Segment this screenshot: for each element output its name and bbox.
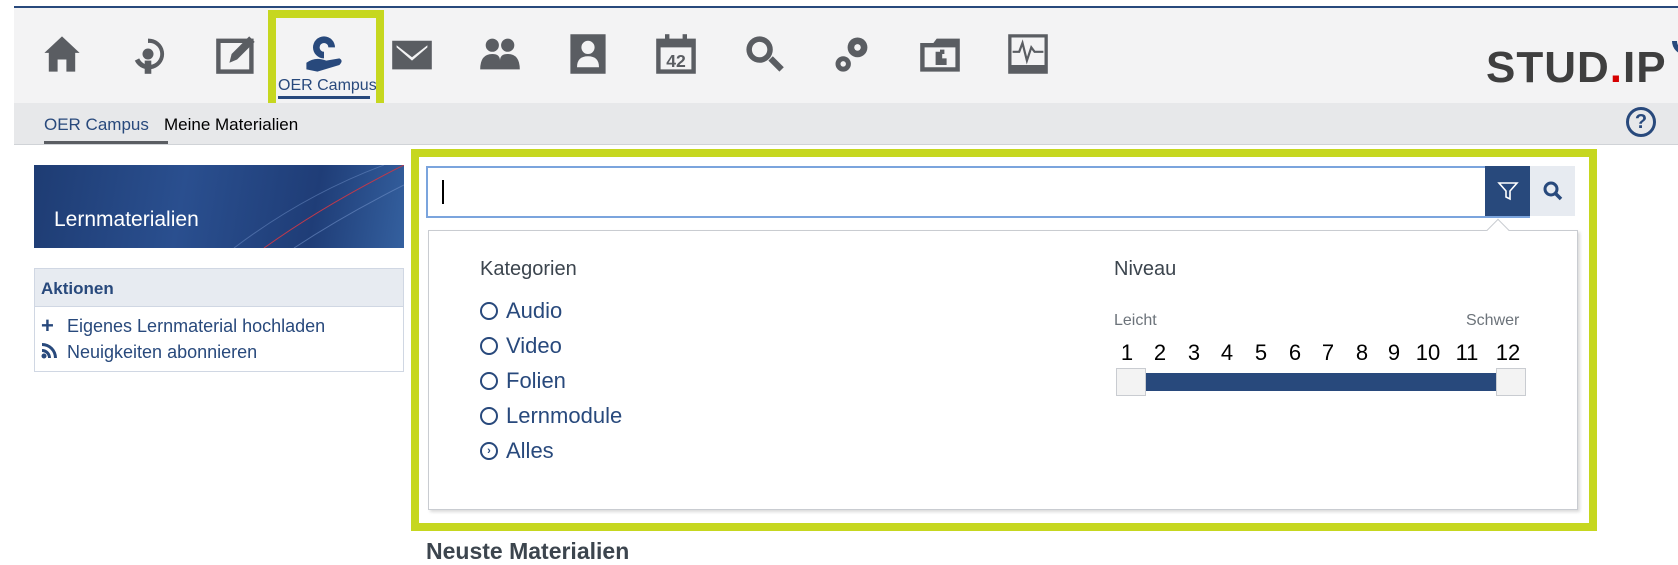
subscribe-news-link[interactable]: Neuigkeiten abonnieren <box>35 339 403 365</box>
rss-icon <box>41 339 61 365</box>
svg-text:42: 42 <box>666 51 686 71</box>
files-icon[interactable] <box>914 28 966 80</box>
sub-navigation: OER Campus Meine Materialien <box>14 103 1678 145</box>
active-tab-underline <box>44 141 168 144</box>
calendar-icon[interactable]: 42 <box>650 28 702 80</box>
profile-icon[interactable] <box>562 28 614 80</box>
actions-heading: Aktionen <box>35 269 403 307</box>
tab-meine-materialien[interactable]: Meine Materialien <box>164 115 298 135</box>
logo-text: STUD.IP <box>1486 43 1667 92</box>
studip-logo[interactable]: STUD.IP <box>1486 24 1678 94</box>
tools-icon[interactable] <box>826 28 878 80</box>
tab-oer-campus[interactable]: OER Campus <box>44 115 149 135</box>
sidebar-title: Lernmaterialien <box>54 208 199 231</box>
logo-ring-icon <box>1671 41 1678 53</box>
highlight-box-nav <box>268 10 384 112</box>
newest-materials-heading: Neuste Materialien <box>426 538 630 564</box>
monitor-icon[interactable] <box>1002 28 1054 80</box>
highlight-box-search <box>411 149 1597 531</box>
upload-material-link[interactable]: + Eigenes Lernmaterial hochladen <box>35 313 403 339</box>
search-icon[interactable] <box>738 28 790 80</box>
workplace-icon[interactable] <box>210 28 262 80</box>
courses-icon[interactable] <box>122 28 174 80</box>
messages-icon[interactable] <box>386 28 438 80</box>
upload-material-label: Eigenes Lernmaterial hochladen <box>67 315 326 336</box>
home-icon[interactable] <box>36 28 88 80</box>
actions-widget: Aktionen + Eigenes Lernmaterial hochlade… <box>34 268 404 372</box>
sidebar-header: Lernmaterialien <box>34 165 404 248</box>
help-icon[interactable]: ? <box>1626 107 1656 137</box>
community-icon[interactable] <box>474 28 526 80</box>
subscribe-news-label: Neuigkeiten abonnieren <box>67 341 258 362</box>
sidebar-decoration-icon <box>233 165 404 248</box>
plus-icon: + <box>41 313 54 338</box>
